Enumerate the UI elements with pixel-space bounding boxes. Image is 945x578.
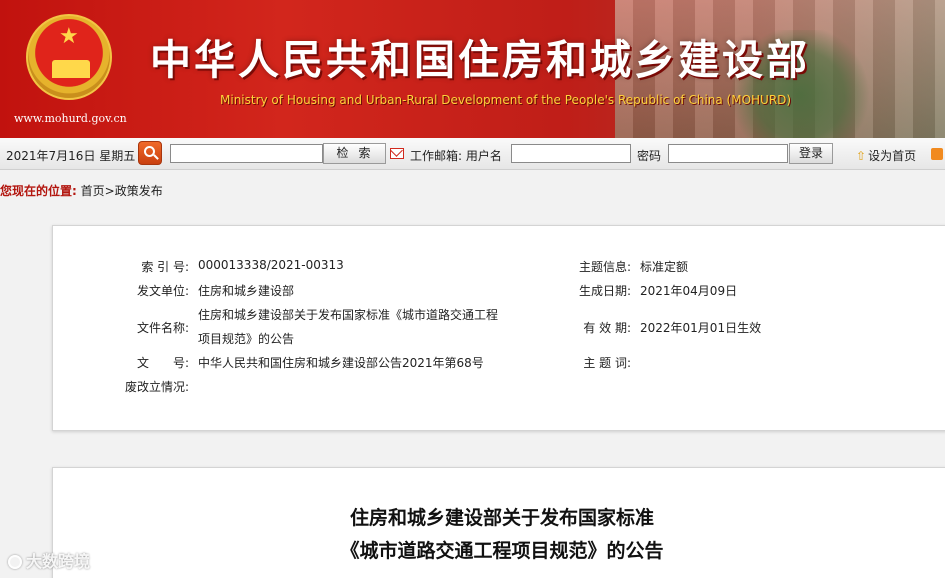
index-label: 索 引 号: xyxy=(141,260,189,274)
watermark-logo-icon xyxy=(8,555,22,569)
document-metadata-box: 索 引 号: 000013338/2021-00313 主题信息: 标准定额 发… xyxy=(52,225,945,431)
ministry-title-cn: 中华人民共和国住房和城乡建设部 xyxy=(150,36,810,84)
status-label: 废改立情况: xyxy=(124,380,189,394)
docno-value: 中华人民共和国住房和城乡建设部公告2021年第68号 xyxy=(198,356,484,370)
topic-value: 标准定额 xyxy=(640,260,689,274)
valid-value: 2022年01月01日生效 xyxy=(640,321,762,335)
date-label: 生成日期: xyxy=(578,284,631,298)
home-arrow-icon: ⇧ xyxy=(856,149,867,163)
ministry-title-en: Ministry of Housing and Urban-Rural Deve… xyxy=(220,93,792,107)
search-button[interactable]: 检索 xyxy=(323,143,386,164)
topic-label: 主题信息: xyxy=(578,260,631,274)
keyword-label: 主 题 词: xyxy=(583,356,631,370)
breadcrumb-label: 您现在的位置: xyxy=(0,184,77,198)
index-value: 000013338/2021-00313 xyxy=(198,258,344,272)
article-title-line1: 住房和城乡建设部关于发布国家标准 xyxy=(349,507,654,529)
breadcrumb: 您现在的位置: 首页>政策发布 xyxy=(0,182,163,199)
article-box: 住房和城乡建设部关于发布国家标准 《城市道路交通工程项目规范》的公告 xyxy=(52,467,945,578)
national-emblem-icon: ★ xyxy=(26,14,112,100)
set-homepage-link[interactable]: ⇧ 设为首页 xyxy=(856,147,916,164)
issuer-value: 住房和城乡建设部 xyxy=(198,284,295,298)
star-icon: ★ xyxy=(59,24,79,49)
filename-line1: 住房和城乡建设部关于发布国家标准《城市道路交通工程 xyxy=(198,308,499,322)
article-title-line2: 《城市道路交通工程项目规范》的公告 xyxy=(340,540,664,562)
search-input[interactable] xyxy=(170,144,323,163)
mail-icon xyxy=(390,148,404,159)
filename-label: 文件名称: xyxy=(136,321,189,335)
rss-icon[interactable] xyxy=(931,148,943,160)
password-input[interactable] xyxy=(668,144,788,163)
mail-username-label: 工作邮箱: 用户名 xyxy=(410,149,502,163)
search-icon[interactable] xyxy=(138,141,162,165)
watermark-text: 大数跨境 xyxy=(26,552,91,571)
tiananmen-icon xyxy=(52,60,90,78)
breadcrumb-path[interactable]: 首页>政策发布 xyxy=(81,184,163,198)
valid-label: 有 效 期: xyxy=(583,321,631,335)
current-date: 2021年7月16日 星期五 xyxy=(6,149,136,163)
issuer-label: 发文单位: xyxy=(136,284,189,298)
watermark: 大数跨境 xyxy=(8,548,90,572)
docno-label: 文 号: xyxy=(136,356,189,370)
password-label: 密码 xyxy=(637,149,662,163)
login-button[interactable]: 登录 xyxy=(789,143,833,164)
site-url: www.mohurd.gov.cn xyxy=(14,112,127,125)
header-banner: ★ www.mohurd.gov.cn 中华人民共和国住房和城乡建设部 Mini… xyxy=(0,0,945,138)
date-value: 2021年04月09日 xyxy=(640,284,738,298)
username-input[interactable] xyxy=(511,144,631,163)
set-homepage-label: 设为首页 xyxy=(868,149,917,163)
top-toolbar: 2021年7月16日 星期五 检索 工作邮箱: 用户名 密码 登录 ⇧ 设为首页 xyxy=(0,138,945,170)
filename-line2: 项目规范》的公告 xyxy=(198,332,295,346)
